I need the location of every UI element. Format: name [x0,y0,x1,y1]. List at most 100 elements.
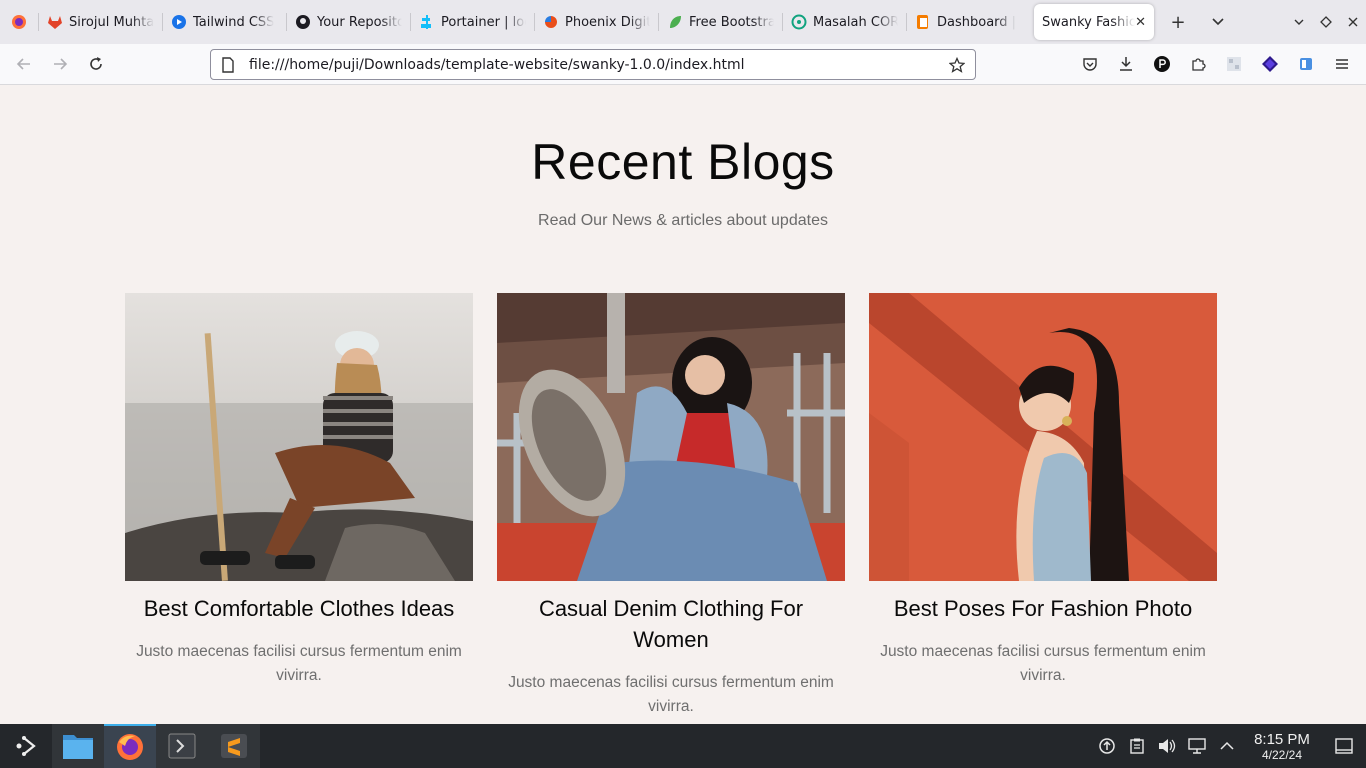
taskbar-firefox[interactable] [104,724,156,768]
tab-label: Tailwind CSS [193,14,275,30]
tab-tailwind[interactable]: Tailwind CSS [163,4,286,40]
bookmark-star-icon[interactable] [949,56,965,73]
show-desktop-button[interactable] [1322,724,1366,768]
puzzle-icon [1192,58,1206,71]
download-icon [1120,57,1132,71]
tab-swanky-active[interactable]: Swanky Fashion ✕ [1034,4,1154,40]
blog-card[interactable]: Best Poses For Fashion Photo Justo maece… [869,293,1217,688]
openai-icon [791,14,807,30]
blog-excerpt: Justo maecenas facilisi cursus fermentum… [136,643,462,684]
device-icon [1300,58,1312,70]
launcher-icon [16,736,36,756]
taskbar-sublime-text[interactable] [208,724,260,768]
show-hidden-tray-icon[interactable] [1212,724,1242,768]
tab-sirojul[interactable]: Sirojul Muhtar [39,4,162,40]
tab-label: Phoenix Digital [565,14,650,30]
back-button[interactable] [6,48,42,80]
close-tab-icon[interactable]: ✕ [1135,15,1146,30]
chevron-down-icon [1212,18,1224,26]
section-subtitle: Read Our News & articles about updates [538,212,828,229]
phoenix-icon [543,14,559,30]
chevron-down-icon [1294,19,1303,25]
profile-extension-button[interactable] [1144,48,1180,80]
tab-label: Free Bootstrap [689,14,774,30]
taskbar-file-manager[interactable] [52,724,104,768]
tab-strip: Sirojul Muhtar Tailwind CSS Your Reposit… [0,0,1366,44]
play-circle-icon [171,14,187,30]
terminal-icon [168,733,196,759]
application-launcher-button[interactable] [0,724,52,768]
responsive-extension-button[interactable] [1288,48,1324,80]
tab-phoenix[interactable]: Phoenix Digital [535,4,658,40]
tab-dashboard[interactable]: Dashboard | [907,4,1030,40]
hamburger-menu-icon [1336,59,1348,69]
tab-bootstrap[interactable]: Free Bootstrap [659,4,782,40]
tab-label: Masalah CORS [813,14,898,30]
section-title: Recent Blogs [531,134,835,190]
diamond-icon [1319,16,1332,28]
app-menu-button[interactable] [1324,48,1360,80]
tab-label: Sirojul Muhtar [69,14,154,30]
p-badge-icon [1154,56,1170,72]
arrow-left-icon [16,58,30,70]
reload-button[interactable] [78,48,114,80]
layers-extension-button[interactable] [1252,48,1288,80]
pocket-button[interactable] [1072,48,1108,80]
desktop-icon [1335,738,1353,754]
tab-repositories[interactable]: Your Repositories [287,4,410,40]
pocket-icon [1083,58,1097,71]
navigation-toolbar: file:///home/puji/Downloads/template-web… [0,44,1366,85]
qr-extension-button[interactable] [1216,48,1252,80]
blog-card[interactable]: Best Comfortable Clothes Ideas Justo mae… [125,293,473,688]
plus-icon: + [1170,11,1186,33]
maximize-window-button[interactable] [1312,4,1339,40]
new-tab-button[interactable]: + [1158,4,1198,40]
dashboard-icon [915,14,931,30]
extensions-button[interactable] [1180,48,1216,80]
reload-icon [90,57,102,70]
clock-time: 8:15 PM [1254,730,1310,748]
volume-icon[interactable] [1152,724,1182,768]
tab-portainer[interactable]: Portainer | local [411,4,534,40]
tab-label: Your Repositories [317,14,402,30]
digital-clock[interactable]: 8:15 PM 4/22/24 [1242,731,1322,762]
minimize-window-button[interactable] [1285,4,1312,40]
page-content: Recent Blogs Read Our News & articles ab… [0,85,1366,724]
tab-label: Dashboard | [937,14,1017,30]
tab-label: Swanky Fashion [1042,14,1136,30]
layers-icon [1262,56,1278,72]
blog-title[interactable]: Best Poses For Fashion Photo [869,593,1217,624]
blog-title[interactable]: Casual Denim Clothing For Women [497,593,845,655]
firefox-icon [117,734,143,760]
downloads-button[interactable] [1108,48,1144,80]
tab-cors[interactable]: Masalah CORS [783,4,906,40]
blog-excerpt: Justo maecenas facilisi cursus fermentum… [880,643,1206,684]
portainer-icon [419,14,435,30]
url-bar[interactable]: file:///home/puji/Downloads/template-web… [210,49,976,80]
taskbar: 8:15 PM 4/22/24 [0,724,1366,768]
forward-button[interactable] [42,48,78,80]
close-window-button[interactable] [1339,4,1366,40]
blog-image[interactable] [125,293,473,581]
page-icon [222,56,234,73]
blog-card[interactable]: Casual Denim Clothing For Women Justo ma… [497,293,845,719]
firefox-view-button[interactable] [0,0,38,44]
arrow-right-icon [54,58,68,70]
close-icon [1348,17,1357,27]
tab-label: Portainer | local [441,14,526,30]
sublime-text-icon [221,734,247,758]
list-all-tabs-button[interactable] [1198,4,1238,40]
blog-image[interactable] [869,293,1217,581]
folder-icon [63,735,93,759]
github-icon [295,14,311,30]
blog-image[interactable] [497,293,845,581]
firefox-icon [12,15,26,29]
leaf-icon [667,14,683,30]
qr-icon [1227,57,1241,71]
update-notifier-icon[interactable] [1092,724,1122,768]
network-icon[interactable] [1182,724,1212,768]
clipboard-icon[interactable] [1122,724,1152,768]
blog-title[interactable]: Best Comfortable Clothes Ideas [125,593,473,624]
url-text[interactable]: file:///home/puji/Downloads/template-web… [249,57,949,73]
taskbar-terminal[interactable] [156,724,208,768]
